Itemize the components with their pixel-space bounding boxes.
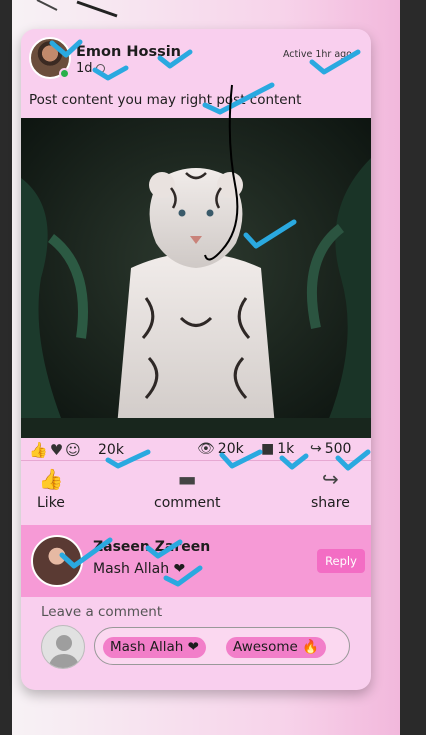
comment-item: Zaseen Zareen Mash Allah ❤ Reply — [21, 525, 371, 597]
post-content: Post content you may right post content — [29, 92, 302, 108]
reaction-count[interactable]: 20k — [98, 442, 124, 458]
comment-button[interactable]: ▬ comment — [154, 467, 221, 511]
active-status: Active 1hr ago — [282, 49, 352, 60]
heart-icon: ♥ — [49, 441, 64, 459]
comment-icon: ▬ — [177, 467, 197, 491]
share-label: share — [311, 495, 350, 511]
comment-input-placeholder[interactable]: Leave a comment — [41, 604, 162, 620]
smile-icon: ☺ — [65, 441, 81, 459]
quick-reply-box: Mash Allah ❤ Awesome 🔥 — [94, 627, 350, 665]
online-status-dot — [59, 68, 70, 79]
shares-stat[interactable]: ↪ 500 — [310, 441, 351, 457]
shares-count: 500 — [324, 441, 352, 457]
post-time-text: 1d — [76, 61, 93, 76]
views-stat: 👁 20k — [197, 441, 244, 457]
quick-reply-chip[interactable]: Awesome 🔥 — [226, 637, 326, 658]
reaction-divider — [21, 460, 371, 461]
post-timestamp: 1d — [76, 61, 105, 76]
tiger-photo — [21, 118, 371, 438]
like-thumb-icon: 👍 — [38, 467, 64, 491]
top-scribble — [36, 0, 118, 18]
share-button[interactable]: ↪ share — [311, 467, 350, 511]
share-icon: ↪ — [322, 467, 339, 491]
post-card: Emon Hossin 1d Active 1hr ago Post conte… — [21, 29, 371, 690]
comments-count: 1k — [277, 441, 295, 457]
reaction-icons[interactable]: 👍 ♥ ☺ — [29, 441, 81, 459]
commenter-name[interactable]: Zaseen Zareen — [93, 539, 210, 555]
current-user-avatar — [41, 625, 85, 669]
user-silhouette-icon — [48, 635, 80, 668]
comment-text: Mash Allah ❤ — [93, 561, 186, 577]
post-image[interactable] — [21, 118, 371, 438]
thumbs-up-icon: 👍 — [29, 441, 48, 459]
comment-bubble-icon: ■ — [261, 441, 275, 457]
quick-reply-chip[interactable]: Mash Allah ❤ — [103, 637, 206, 658]
comments-stat[interactable]: ■ 1k — [261, 441, 294, 457]
reaction-summary-bar: 👍 ♥ ☺ 20k 👁 20k ■ 1k ↪ 500 — [21, 440, 371, 462]
views-count: 20k — [217, 441, 244, 457]
share-arrow-icon: ↪ — [310, 441, 322, 457]
post-header: Emon Hossin 1d Active 1hr ago — [21, 29, 371, 89]
author-name[interactable]: Emon Hossin — [76, 44, 181, 60]
comment-label: comment — [154, 495, 221, 511]
commenter-avatar[interactable] — [31, 535, 83, 587]
eye-icon: 👁 — [197, 441, 215, 457]
globe-icon — [95, 64, 105, 73]
like-button[interactable]: 👍 Like — [37, 467, 65, 511]
reply-button[interactable]: Reply — [317, 549, 365, 573]
like-label: Like — [37, 495, 65, 511]
